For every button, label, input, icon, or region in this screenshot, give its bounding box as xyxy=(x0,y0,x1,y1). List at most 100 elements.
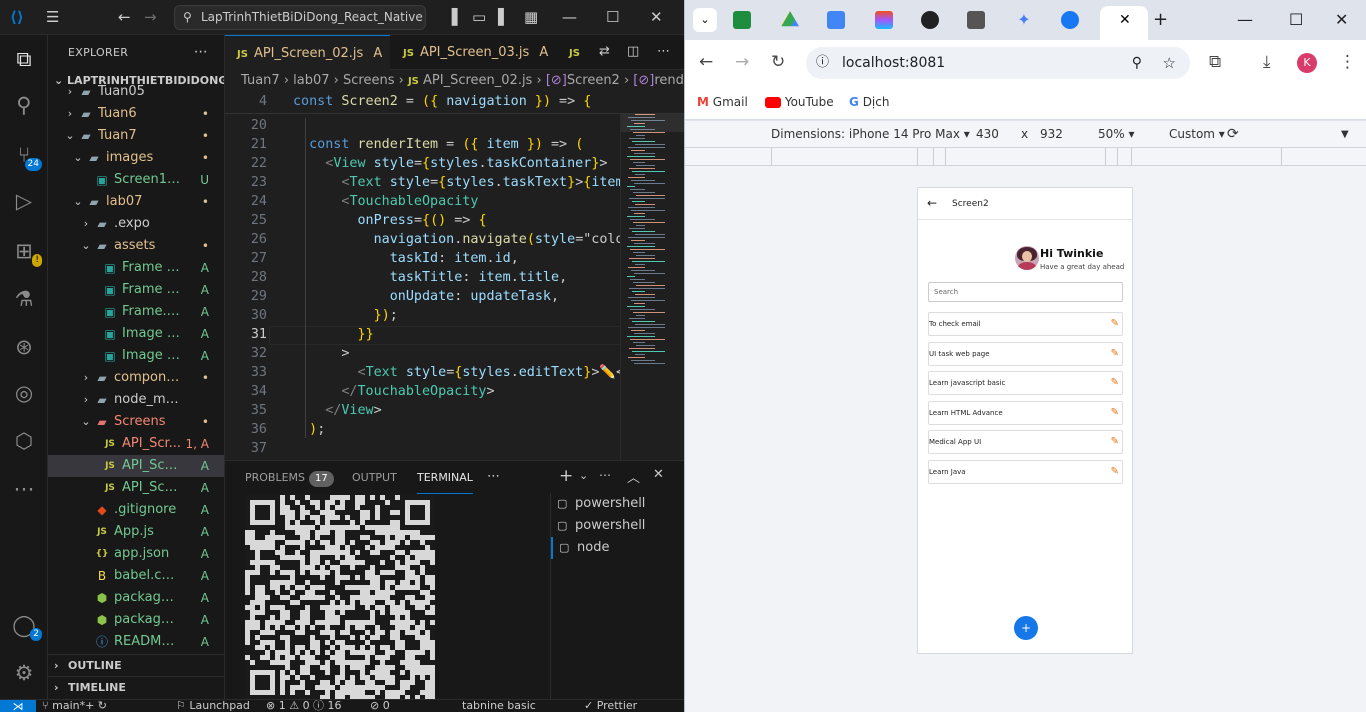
tree-item[interactable]: ⬢ package-lo... A xyxy=(48,587,224,609)
tree-item[interactable]: ▣ Image 95.... A xyxy=(48,323,224,345)
tree-item[interactable]: › ▰ Tuan05 xyxy=(48,81,224,103)
split-editor-icon[interactable]: ◫ xyxy=(627,44,639,59)
tree-item[interactable]: ▣ Screen1.png U xyxy=(48,169,224,191)
tree-item[interactable]: ◆ .gitignore A xyxy=(48,499,224,521)
breadcrumb-item[interactable]: lab07 xyxy=(293,73,329,88)
tree-item[interactable]: ▣ Frame (2).... A xyxy=(48,279,224,301)
testing-icon[interactable]: ⚗ xyxy=(10,285,38,313)
tree-item[interactable]: Bbabel.confi... A xyxy=(48,565,224,587)
customize-layout-icon[interactable]: ▦ xyxy=(524,8,538,26)
media-query-ruler[interactable] xyxy=(685,148,1366,166)
compare-changes-icon[interactable]: ⇄ xyxy=(599,44,610,59)
bookmark-gmail[interactable]: M Gmail xyxy=(697,93,748,111)
maximize-panel-icon[interactable]: ︿ xyxy=(627,467,640,486)
width-input[interactable]: 430 xyxy=(976,121,999,148)
breadcrumb-item[interactable]: Screen2 xyxy=(567,73,620,88)
add-task-button[interactable]: + xyxy=(1014,616,1038,640)
prettier-status[interactable]: ✓ Prettier xyxy=(584,700,637,712)
edit-pencil-icon[interactable]: ✎ xyxy=(1111,431,1119,453)
tab-terminal[interactable]: TERMINAL xyxy=(417,461,473,494)
tab-api-screen-02[interactable]: JS API_Screen_02.js A xyxy=(225,35,390,70)
outline-section[interactable]: › OUTLINE xyxy=(48,654,224,676)
edit-pencil-icon[interactable]: ✎ xyxy=(1111,461,1119,483)
problems-status[interactable]: ⊗ 1 ⚠ 0 ⓘ 16 xyxy=(266,700,342,712)
back-arrow-icon[interactable]: ← xyxy=(927,196,937,210)
docker-icon[interactable]: ⬡ xyxy=(10,427,38,455)
toggle-secondary-sidebar-icon[interactable]: ▌ xyxy=(498,8,510,26)
tab-output[interactable]: OUTPUT xyxy=(352,461,397,494)
launchpad-status[interactable]: ⚐ Launchpad xyxy=(176,700,250,712)
extensions-icon[interactable]: ⊞! xyxy=(10,237,42,267)
settings-gear-icon[interactable]: ⚙ xyxy=(10,659,38,687)
terminal-item-powershell[interactable]: ▢ powershell xyxy=(551,515,684,537)
maximize-icon[interactable]: ☐ xyxy=(606,8,619,26)
ports-status[interactable]: ⊘ 0 xyxy=(370,700,390,712)
tree-item[interactable]: ▣ Frame.png A xyxy=(48,301,224,323)
extensions-icon[interactable]: ⧉ xyxy=(1209,52,1221,72)
chevron-down-icon[interactable]: ⌄ xyxy=(72,191,84,213)
remote-explorer-icon[interactable]: ◎ xyxy=(10,379,38,407)
chevron-right-icon[interactable]: › xyxy=(80,389,92,411)
tab-search-button[interactable]: ⌄ xyxy=(693,8,717,32)
tree-item[interactable]: ▣ Image 96.... A xyxy=(48,345,224,367)
new-terminal-icon[interactable]: + xyxy=(559,466,573,486)
close-panel-icon[interactable]: ✕ xyxy=(653,467,664,482)
terminal-more-icon[interactable]: ⋯ xyxy=(599,468,611,482)
device-select[interactable]: Dimensions: iPhone 14 Pro Max ▾ xyxy=(771,121,970,148)
bookmark-youtube[interactable]: YouTube xyxy=(765,93,834,111)
run-debug-icon[interactable]: ▷ xyxy=(10,187,38,215)
breadcrumb-item[interactable]: renderIte xyxy=(654,73,684,88)
edit-pencil-icon[interactable]: ✎ xyxy=(1111,372,1119,394)
search-input[interactable]: Search xyxy=(928,282,1123,302)
back-arrow-icon[interactable]: ← xyxy=(699,52,713,72)
code-editor[interactable]: 4 const Screen2 = ({ navigation }) => { … xyxy=(225,92,684,460)
chevron-down-icon[interactable]: ⌄ xyxy=(80,235,92,257)
minimap[interactable] xyxy=(620,92,684,460)
rotate-icon[interactable]: ⟳ xyxy=(1227,121,1239,148)
address-bar[interactable]: ⓘ localhost:8081 ⚲ ☆ xyxy=(806,47,1190,79)
tree-item[interactable]: › ▰ Tuan6 • xyxy=(48,103,224,125)
height-input[interactable]: 932 xyxy=(1040,121,1063,148)
tree-item[interactable]: ⓘ README.md A xyxy=(48,631,224,653)
gemini-tab-icon[interactable]: ✦ xyxy=(1015,11,1033,29)
tree-item[interactable]: JS API_Scr... 1, A xyxy=(48,433,224,455)
tree-item[interactable]: ⌄ ▰ lab07 • xyxy=(48,191,224,213)
chevron-down-icon[interactable]: ⌄ xyxy=(64,125,76,147)
chevron-down-icon[interactable]: ⌄ xyxy=(579,469,588,482)
maximize-icon[interactable]: ☐ xyxy=(1289,10,1303,29)
tree-item[interactable]: JS API_Scree... A xyxy=(48,455,224,477)
tree-item[interactable]: ⌄ ▰ assets • xyxy=(48,235,224,257)
close-window-icon[interactable]: ✕ xyxy=(1335,10,1348,29)
facebook-tab-icon[interactable] xyxy=(1061,11,1079,29)
explorer-icon[interactable]: ⧉ xyxy=(10,45,38,73)
tab-icon[interactable] xyxy=(967,11,985,29)
figma-tab-icon[interactable] xyxy=(875,11,893,29)
forward-arrow-icon[interactable]: → xyxy=(735,52,749,72)
tree-item[interactable]: › ▰ .expo xyxy=(48,213,224,235)
chevron-right-icon[interactable]: › xyxy=(64,81,76,103)
tabnine-status[interactable]: tabnine basic xyxy=(462,700,536,712)
toggle-panel-icon[interactable]: ▭ xyxy=(472,8,486,26)
tree-item[interactable]: › ▰ node_modules xyxy=(48,389,224,411)
minimize-icon[interactable]: — xyxy=(562,8,577,26)
edit-pencil-icon[interactable]: ✎ xyxy=(1111,343,1119,365)
command-center[interactable]: ⚲ LapTrinhThietBiDiDong_React_Native xyxy=(174,5,426,30)
bookmark-translate[interactable]: G Dịch xyxy=(849,93,889,111)
sticky-scroll[interactable]: 4 const Screen2 = ({ navigation }) => { xyxy=(225,92,684,114)
bookmark-star-icon[interactable]: ☆ xyxy=(1163,47,1176,79)
menu-icon[interactable]: ☰ xyxy=(46,8,59,26)
tree-item[interactable]: ▣ Frame (1).... A xyxy=(48,257,224,279)
more-actions-icon[interactable]: ⋯ xyxy=(194,35,208,70)
chatgpt-tab-icon[interactable] xyxy=(921,11,939,29)
chevron-down-icon[interactable]: ⌄ xyxy=(80,411,92,433)
download-icon[interactable]: ⤓ xyxy=(1263,52,1271,72)
zoom-icon[interactable]: ⚲ xyxy=(1132,47,1142,79)
profile-avatar[interactable]: K xyxy=(1297,53,1317,73)
breadcrumb-item[interactable]: Screens xyxy=(343,73,394,88)
tree-item[interactable]: JS App.js A xyxy=(48,521,224,543)
remote-indicator[interactable]: ⋊ xyxy=(0,700,36,712)
zoom-select[interactable]: 50% ▾ xyxy=(1098,121,1135,148)
new-tab-icon[interactable]: + xyxy=(1153,9,1168,30)
chevron-right-icon[interactable]: › xyxy=(64,103,76,125)
timeline-section[interactable]: › TIMELINE xyxy=(48,676,224,698)
